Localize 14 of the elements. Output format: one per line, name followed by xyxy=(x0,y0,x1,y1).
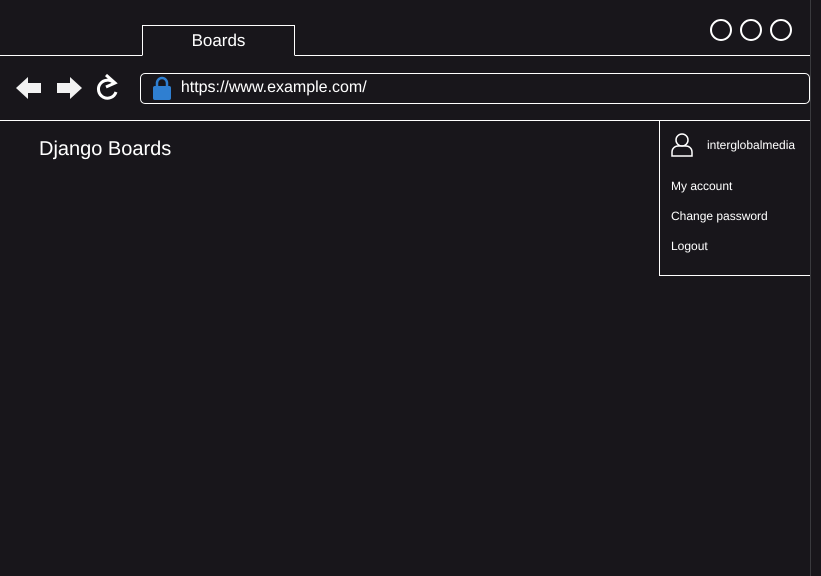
url-text: https://www.example.com/ xyxy=(180,78,367,98)
page-title: Django Boards xyxy=(39,138,172,160)
menu-item[interactable]: Change password xyxy=(671,207,768,225)
window-control-icon[interactable] xyxy=(740,19,762,41)
user-icon xyxy=(671,133,693,157)
menu-item[interactable]: My account xyxy=(671,177,732,195)
window-control-icon[interactable] xyxy=(770,19,792,41)
browser-tab[interactable]: Boards xyxy=(142,25,295,56)
address-field[interactable]: https://www.example.com/ xyxy=(140,72,810,104)
username: interglobalmedia xyxy=(707,137,796,154)
back-arrow-icon[interactable] xyxy=(16,77,42,99)
forward-arrow-icon[interactable] xyxy=(56,77,82,99)
window-control-icon[interactable] xyxy=(710,19,732,41)
menu-item[interactable]: Logout xyxy=(671,237,708,255)
